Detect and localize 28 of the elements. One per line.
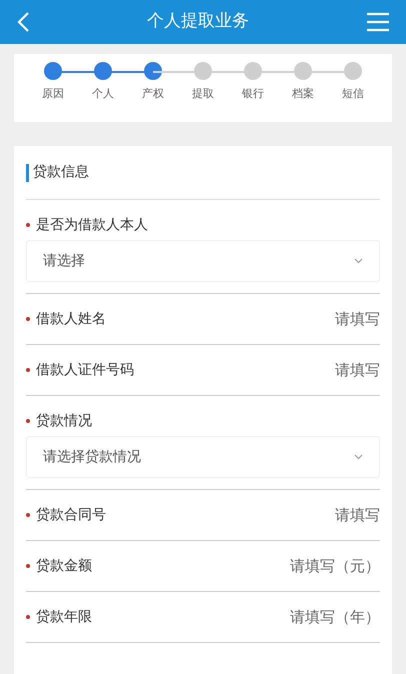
step-label: 原因 xyxy=(42,86,64,102)
input-field[interactable]: 请填写 xyxy=(134,358,380,382)
field-label: 借款人证件号码 xyxy=(36,360,134,380)
chevron-down-icon xyxy=(354,454,363,460)
step-label: 短信 xyxy=(342,86,364,102)
step-label: 银行 xyxy=(242,86,264,102)
input-field[interactable]: 请填写 xyxy=(106,504,380,526)
menu-icon[interactable] xyxy=(366,12,390,32)
section-marker xyxy=(26,164,29,182)
field-label: 贷款情况 xyxy=(36,412,92,430)
step-label: 产权 xyxy=(142,86,164,102)
section-title: 贷款信息 xyxy=(33,163,89,182)
select-field[interactable]: 请选择 xyxy=(26,240,380,282)
chevron-down-icon xyxy=(354,258,363,264)
back-icon[interactable] xyxy=(16,11,30,33)
field-label: 贷款年限 xyxy=(36,608,92,626)
step-label: 提取 xyxy=(192,86,214,102)
field-label: 借款人姓名 xyxy=(36,310,106,328)
input-field[interactable]: 请填写（年） xyxy=(92,606,380,628)
input-field[interactable]: 请填写（元） xyxy=(92,554,380,578)
field-label: 是否为借款人本人 xyxy=(36,216,148,234)
select-field[interactable]: 请选择贷款情况 xyxy=(26,436,380,478)
input-field[interactable]: 请填写 xyxy=(106,308,380,330)
field-label: 贷款合同号 xyxy=(36,506,106,524)
step-label: 档案 xyxy=(292,86,314,102)
field-label: 贷款金额 xyxy=(36,556,92,576)
step-label: 个人 xyxy=(92,86,114,102)
page-title: 个人提取业务 xyxy=(146,10,250,34)
